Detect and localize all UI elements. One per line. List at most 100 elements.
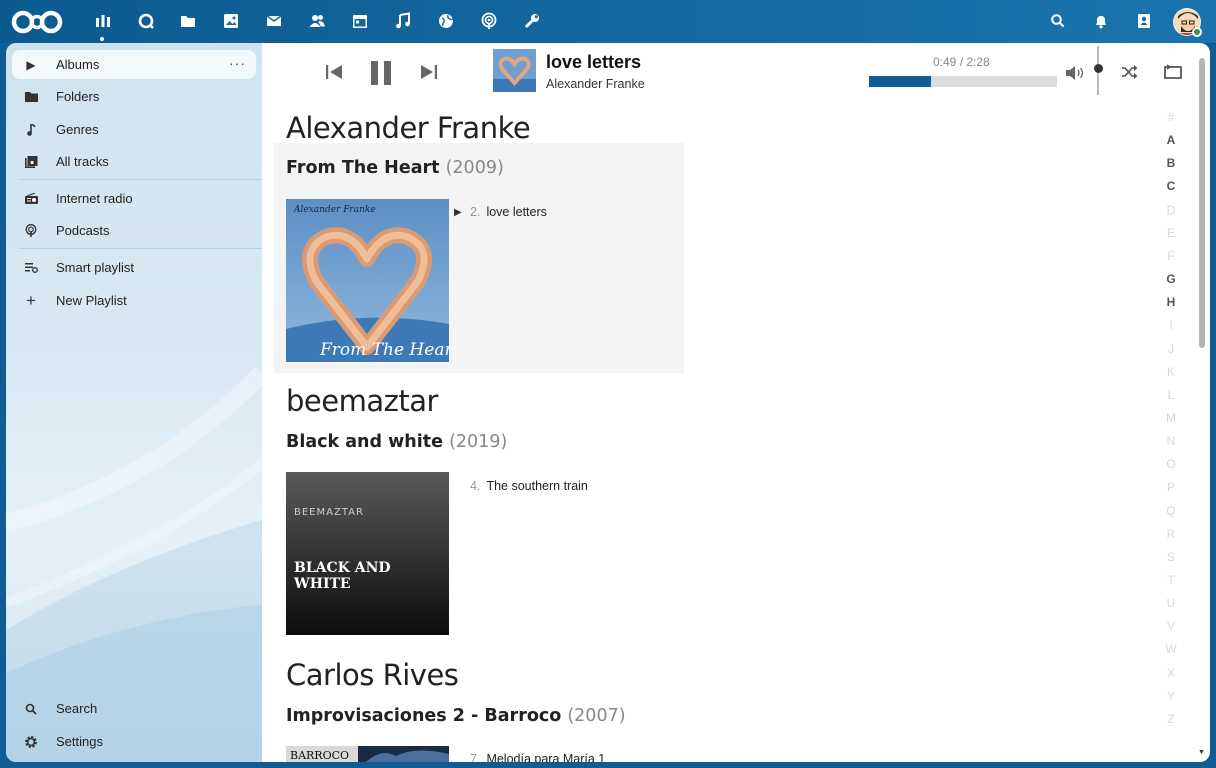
album-year: (2009)	[445, 158, 504, 178]
podcast-icon	[19, 224, 43, 237]
album-title[interactable]: From The Heart (2009)	[286, 158, 504, 178]
sidebar-item-settings[interactable]: Settings	[12, 727, 256, 756]
track-number: 7.	[470, 752, 481, 762]
sidebar-item-label: Genres	[56, 122, 99, 137]
volume-handle[interactable]	[1094, 64, 1103, 74]
track-title: Melodía para María 1	[486, 752, 606, 762]
alphabet-letter-g[interactable]: G	[1165, 272, 1177, 286]
artist-heading: Carlos Rives	[286, 658, 459, 692]
globe-icon[interactable]	[435, 10, 457, 32]
alphabet-letter-y: Y	[1166, 688, 1175, 703]
now-playing-cover[interactable]	[493, 49, 536, 92]
alphabet-letter-a[interactable]: A	[1165, 133, 1177, 147]
sidebar-item-label: Settings	[56, 734, 103, 749]
photos-icon[interactable]	[220, 10, 242, 32]
library-icon	[19, 155, 43, 168]
mail-icon[interactable]	[263, 10, 285, 32]
alphabet-letter-d: D	[1166, 202, 1176, 217]
dashboard-icon[interactable]	[92, 10, 114, 32]
sidebar-item-genres[interactable]: Genres	[12, 115, 256, 144]
sidebar-item-search[interactable]: Search	[12, 694, 256, 723]
scroll-down-icon[interactable]: ▼	[1198, 749, 1205, 756]
album-year: (2007)	[567, 706, 626, 726]
alphabet-letter-i: I	[1169, 318, 1173, 333]
progress-fill	[869, 76, 932, 87]
alphabet-letter-x: X	[1166, 665, 1175, 680]
plus-icon: +	[26, 290, 36, 310]
online-status-badge	[1192, 27, 1202, 37]
album-title[interactable]: Black and white (2019)	[286, 432, 507, 452]
search-icon	[19, 703, 43, 715]
album-name: From The Heart	[286, 158, 440, 178]
alphabet-letter-t: T	[1167, 573, 1175, 587]
app-navigation: ▶ Albums ··· Folders Genres All tracks I…	[6, 43, 262, 762]
track-number: 2.	[470, 205, 481, 219]
sidebar-item-all-tracks[interactable]: All tracks	[12, 147, 256, 176]
album-name: Black and white	[286, 432, 443, 452]
sidebar-item-smart-playlist[interactable]: Smart playlist	[12, 253, 256, 282]
talk-icon[interactable]	[135, 10, 157, 32]
alphabet-letter-s: S	[1166, 549, 1175, 564]
alphabet-letter-v: V	[1166, 619, 1175, 634]
album-cover[interactable]: BEEMAZTAR BLACK AND WHITE	[286, 472, 449, 635]
sidebar-item-label: Folders	[56, 89, 100, 104]
nextcloud-logo[interactable]	[9, 8, 65, 36]
sidebar-item-podcasts[interactable]: Podcasts	[12, 216, 256, 245]
bell-icon[interactable]	[1090, 10, 1112, 32]
alphabet-letter-b[interactable]: B	[1165, 156, 1177, 170]
now-playing-artist: Alexander Franke	[546, 77, 645, 91]
track-row[interactable]: 4. The southern train	[454, 479, 588, 493]
album-cover[interactable]: BARROCO	[286, 746, 449, 762]
app-content: love letters Alexander Franke 0:49 / 2:2…	[262, 43, 1210, 762]
admin-wrench-icon[interactable]	[521, 10, 543, 32]
podcast-icon[interactable]	[478, 10, 500, 32]
album-cover[interactable]: Alexander Franke From The Heart	[286, 199, 449, 362]
cover-text: From The Heart	[319, 340, 449, 360]
track-row[interactable]: ▶ 2. love letters	[454, 205, 547, 219]
calendar-icon[interactable]	[349, 10, 371, 32]
sidebar-item-label: Internet radio	[56, 191, 133, 206]
sidebar-item-albums[interactable]: ▶ Albums ···	[12, 50, 256, 79]
cover-text: Alexander Franke	[293, 205, 376, 215]
previous-track-icon[interactable]	[323, 61, 345, 83]
album-title[interactable]: Improvisaciones 2 - Barroco (2007)	[286, 706, 626, 726]
volume-icon[interactable]	[1064, 63, 1086, 83]
cover-text: BEEMAZTAR	[294, 507, 364, 518]
track-title: The southern train	[486, 479, 588, 493]
progress-bar[interactable]	[869, 76, 1057, 87]
playback-time: 0:49 / 2:28	[933, 55, 990, 69]
track-row[interactable]: 7. Melodía para María 1	[454, 752, 605, 762]
cover-text: BARROCO	[290, 749, 349, 762]
more-options-icon[interactable]: ···	[229, 55, 246, 71]
music-icon[interactable]	[392, 10, 414, 32]
alphabet-letter-w: W	[1165, 642, 1177, 657]
alphabet-letter-c[interactable]: C	[1165, 179, 1177, 193]
radio-icon	[19, 193, 43, 204]
alphabet-letter-n: N	[1166, 434, 1176, 449]
sidebar-item-label: Search	[56, 701, 98, 716]
sidebar-item-internet-radio[interactable]: Internet radio	[12, 184, 256, 213]
divider	[19, 248, 262, 249]
next-track-icon[interactable]	[418, 61, 440, 83]
artist-heading: Alexander Franke	[286, 111, 531, 145]
alphabet-letter-p: P	[1166, 480, 1175, 495]
scrollbar[interactable]	[1199, 58, 1205, 348]
track-number: 4.	[470, 479, 481, 493]
shuffle-icon[interactable]	[1119, 62, 1141, 82]
cover-text: BLACK AND	[294, 560, 391, 576]
playing-indicator-icon: ▶	[454, 206, 462, 218]
contacts-menu-icon[interactable]	[1133, 10, 1155, 32]
search-icon[interactable]	[1047, 10, 1069, 32]
repeat-icon[interactable]	[1161, 62, 1185, 82]
alphabet-letter-k: K	[1166, 364, 1175, 379]
sidebar-item-folders[interactable]: Folders	[12, 82, 256, 111]
pause-icon[interactable]	[367, 59, 395, 87]
files-icon[interactable]	[177, 10, 199, 32]
alphabet-letter-u: U	[1166, 596, 1176, 611]
play-icon: ▶	[26, 57, 36, 72]
alphabet-letter-l: L	[1167, 387, 1175, 402]
contacts-icon[interactable]	[306, 10, 328, 32]
sidebar-item-new-playlist[interactable]: + New Playlist	[12, 286, 256, 315]
album-year: (2019)	[449, 432, 508, 452]
alphabet-letter-h[interactable]: H	[1165, 295, 1177, 309]
